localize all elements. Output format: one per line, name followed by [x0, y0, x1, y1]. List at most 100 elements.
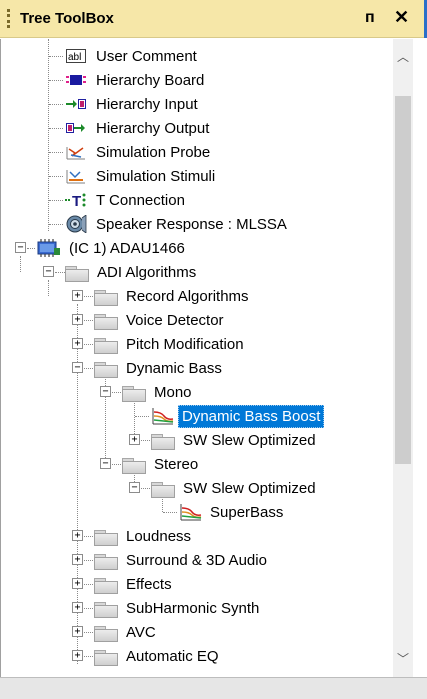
tree-item-dynamic-bass-boost[interactable]: Dynamic Bass Boost: [151, 404, 325, 428]
expand-toggle[interactable]: +: [72, 650, 83, 661]
tree-item-stereo[interactable]: Stereo: [122, 452, 201, 476]
tree-item-label: (IC 1) ADAU1466: [69, 239, 185, 257]
collapse-toggle[interactable]: −: [72, 362, 83, 373]
tree-connector: [49, 224, 63, 225]
tree-item-surround-3d-audio[interactable]: Surround & 3D Audio: [94, 548, 270, 572]
tree-connector: [49, 56, 63, 57]
tree-connector: [84, 320, 93, 321]
tree-item-automatic-eq[interactable]: Automatic EQ: [94, 644, 222, 668]
tree-connector: [84, 344, 93, 345]
folder-icon: [151, 432, 175, 450]
scroll-down-icon[interactable]: ﹀: [393, 649, 413, 669]
tree-item-sw-slew-optimized[interactable]: SW Slew Optimized: [151, 428, 319, 452]
close-icon[interactable]: ✕: [394, 7, 409, 28]
svg-text:T: T: [72, 193, 81, 209]
tree-item-pitch-modification[interactable]: Pitch Modification: [94, 332, 247, 356]
expand-toggle[interactable]: +: [72, 602, 83, 613]
folder-icon: [94, 552, 118, 570]
folder-icon: [94, 648, 118, 666]
tree-item-record-algorithms[interactable]: Record Algorithms: [94, 284, 252, 308]
expand-toggle[interactable]: +: [72, 578, 83, 589]
algorithm-curve-icon: [151, 407, 175, 425]
simulation-probe-icon: [65, 143, 87, 161]
tree-item-ic-1[interactable]: (IC 1) ADAU1466: [35, 236, 188, 260]
tree-item-t-connection[interactable]: T T Connection: [65, 188, 188, 212]
tree-item-dynamic-bass[interactable]: Dynamic Bass: [94, 356, 225, 380]
collapse-toggle[interactable]: −: [43, 266, 54, 277]
tree-item-label: Mono: [154, 383, 192, 401]
tree-item-loudness[interactable]: Loudness: [94, 524, 194, 548]
chip-icon: [35, 239, 61, 257]
pin-icon[interactable]: ᴨ: [365, 9, 375, 27]
expand-toggle[interactable]: +: [72, 338, 83, 349]
expand-toggle[interactable]: +: [72, 626, 83, 637]
collapse-toggle[interactable]: −: [129, 482, 140, 493]
tree-item-user-comment[interactable]: abl User Comment: [65, 44, 200, 68]
folder-icon: [151, 480, 175, 498]
tree-item-label: SW Slew Optimized: [183, 479, 316, 497]
tree-item-adi-algorithms[interactable]: ADI Algorithms: [65, 260, 199, 284]
tree-item-effects[interactable]: Effects: [94, 572, 175, 596]
folder-icon: [94, 360, 118, 378]
tree-connector: [84, 656, 93, 657]
tree-item-sw-slew-optimized[interactable]: SW Slew Optimized: [151, 476, 319, 500]
tree-item-label: AVC: [126, 623, 156, 641]
expand-toggle[interactable]: +: [72, 530, 83, 541]
tree-connector: [84, 608, 93, 609]
collapse-toggle[interactable]: −: [100, 458, 111, 469]
tree-item-hierarchy-output[interactable]: Hierarchy Output: [65, 116, 212, 140]
tree-item-label: ADI Algorithms: [97, 263, 197, 281]
panel-footer: [0, 677, 427, 699]
tree-connector: [141, 488, 150, 489]
hierarchy-board-icon: [65, 71, 87, 89]
algorithm-curve-icon: [179, 503, 203, 521]
tree-item-label: Pitch Modification: [126, 335, 244, 353]
expand-toggle[interactable]: +: [72, 290, 83, 301]
tree-connector: [112, 464, 121, 465]
expand-toggle[interactable]: +: [72, 554, 83, 565]
tree-item-label: SubHarmonic Synth: [126, 599, 260, 617]
collapse-toggle[interactable]: −: [100, 386, 111, 397]
tree-item-hierarchy-board[interactable]: Hierarchy Board: [65, 68, 207, 92]
tree-item-label: Hierarchy Board: [96, 71, 205, 89]
tree-item-label: Dynamic Bass: [126, 359, 222, 377]
simulation-stimuli-icon: [65, 167, 87, 185]
tree-connector: [49, 200, 63, 201]
tree-item-superbass[interactable]: SuperBass: [179, 500, 286, 524]
tree-connector: [84, 368, 93, 369]
tree-item-speaker-response[interactable]: Speaker Response : MLSSA: [65, 212, 290, 236]
tree-view[interactable]: abl User Comment Hierarchy Board Hierarc…: [0, 39, 427, 677]
tree-item-simulation-stimuli[interactable]: Simulation Stimuli: [65, 164, 218, 188]
tree-item-simulation-probe[interactable]: Simulation Probe: [65, 140, 213, 164]
tree-item-label: Dynamic Bass Boost: [178, 404, 325, 428]
folder-icon: [122, 456, 146, 474]
tree-item-label: Record Algorithms: [126, 287, 249, 305]
tree-connector: [49, 104, 63, 105]
tree-item-mono[interactable]: Mono: [122, 380, 195, 404]
scroll-up-icon[interactable]: ︿: [393, 47, 413, 67]
tree-connector: [48, 39, 49, 231]
expand-toggle[interactable]: +: [129, 434, 140, 445]
vertical-scrollbar[interactable]: ︿ ﹀: [393, 39, 413, 677]
t-connection-icon: T: [65, 191, 87, 210]
folder-icon: [94, 600, 118, 618]
tree-item-hierarchy-input[interactable]: Hierarchy Input: [65, 92, 201, 116]
tree-connector: [49, 128, 63, 129]
drag-grip-icon[interactable]: [4, 8, 16, 29]
tree-connector: [84, 296, 93, 297]
expand-toggle[interactable]: +: [72, 314, 83, 325]
tree-connector: [27, 248, 35, 249]
collapse-toggle[interactable]: −: [15, 242, 26, 253]
panel-title: Tree ToolBox: [20, 10, 114, 27]
speaker-icon: [65, 214, 87, 234]
scroll-thumb[interactable]: [395, 96, 411, 464]
tree-item-avc[interactable]: AVC: [94, 620, 159, 644]
tree-item-label: Effects: [126, 575, 172, 593]
folder-icon: [94, 576, 118, 594]
tree-item-voice-detector[interactable]: Voice Detector: [94, 308, 227, 332]
tree-item-label: Loudness: [126, 527, 192, 545]
tree-item-subharmonic-synth[interactable]: SubHarmonic Synth: [94, 596, 262, 620]
tree-connector: [84, 632, 93, 633]
folder-icon: [65, 264, 89, 282]
tree-connector: [48, 280, 49, 296]
